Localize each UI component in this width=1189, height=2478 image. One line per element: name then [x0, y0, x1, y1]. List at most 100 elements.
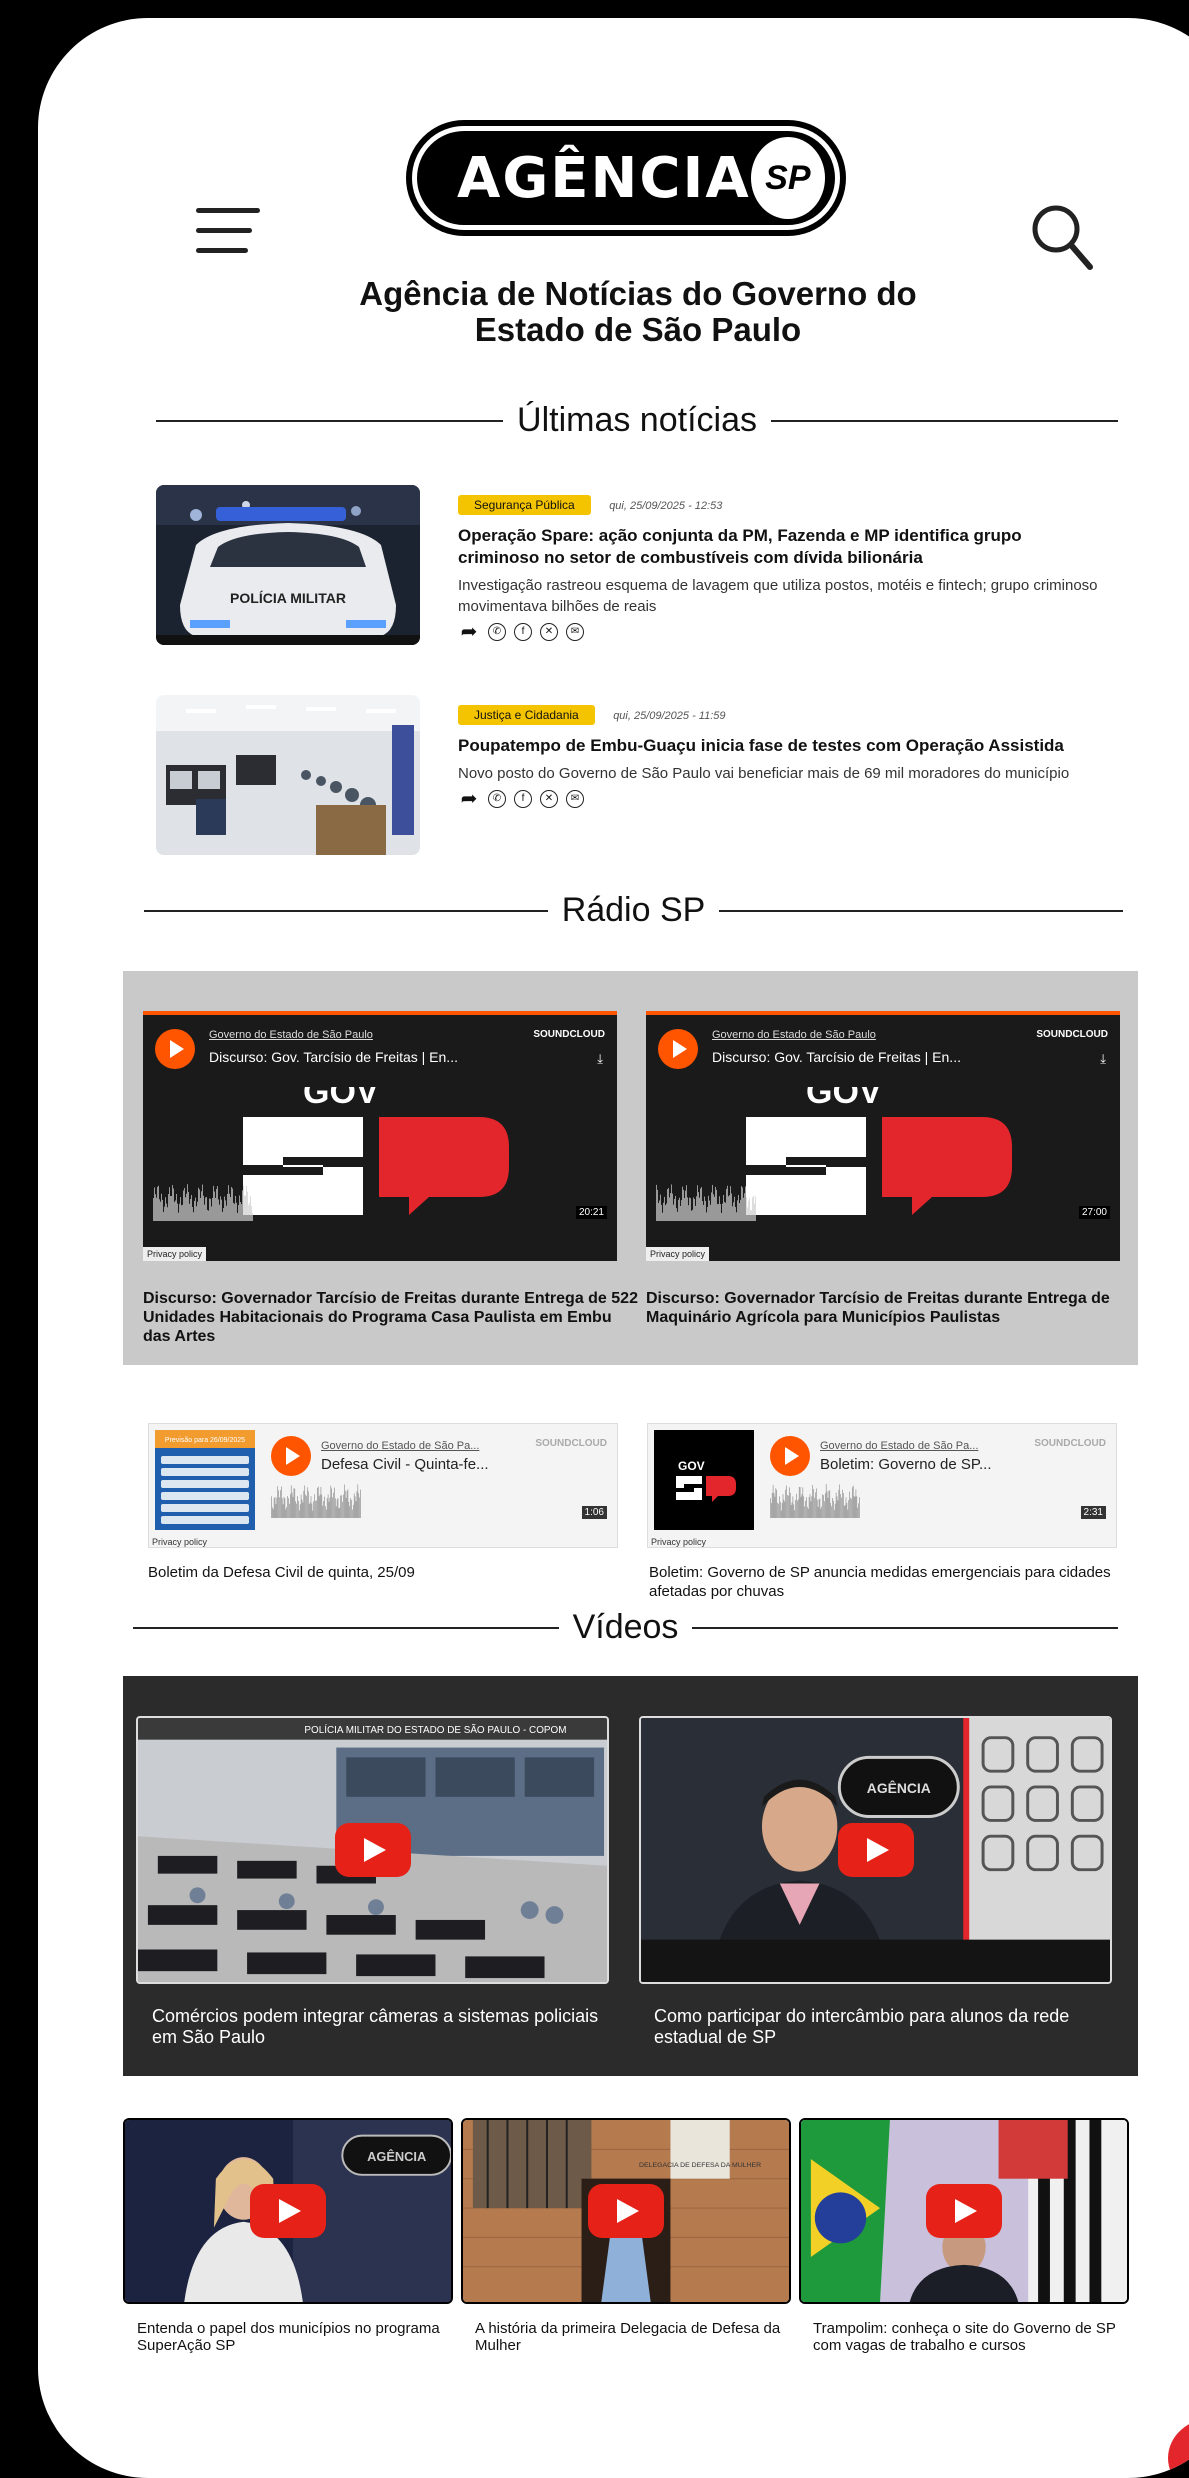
player-author[interactable]: Governo do Estado de São Paulo [209, 1029, 373, 1041]
waveform-bar [328, 1501, 330, 1518]
waveform-bar [278, 1490, 279, 1518]
share-icon[interactable]: ➦ [458, 622, 480, 642]
soundcloud-logo[interactable]: SOUNDCLOUD [1034, 1438, 1106, 1449]
video-caption[interactable]: A história da primeira Delegacia de Defe… [475, 2320, 785, 2354]
facebook-icon[interactable]: f [514, 790, 532, 808]
video-caption[interactable]: Comércios podem integrar câmeras a siste… [152, 2006, 622, 2048]
studio-sign-text: AGÊNCIA [367, 2149, 426, 2164]
player-track-title[interactable]: Defesa Civil - Quinta-fe... [321, 1456, 489, 1473]
waveform-bar [192, 1206, 193, 1221]
privacy-policy-link[interactable]: Privacy policy [149, 1537, 210, 1547]
soundcloud-logo[interactable]: SOUNDCLOUD [535, 1438, 607, 1449]
video-thumbnail-copom[interactable]: POLÍCIA MILITAR DO ESTADO DE SÃO PAULO -… [136, 1716, 609, 1984]
waveform[interactable] [770, 1482, 860, 1518]
waveform[interactable] [271, 1482, 361, 1518]
waveform-bar [175, 1200, 176, 1221]
waveform[interactable] [656, 1181, 756, 1221]
waveform-bar [338, 1508, 340, 1518]
youtube-play-icon[interactable] [837, 1823, 914, 1877]
waveform-bar [753, 1195, 754, 1221]
player-track-title[interactable]: Discurso: Gov. Tarcísio de Freitas | En.… [209, 1049, 458, 1065]
mini-player-caption[interactable]: Boletim: Governo de SP anuncia medidas e… [649, 1563, 1119, 1601]
waveform-bar [325, 1506, 326, 1518]
waveform-bar [310, 1496, 312, 1518]
player-author[interactable]: Governo do Estado de São Pa... [820, 1440, 978, 1452]
radio-caption[interactable]: Discurso: Governador Tarcísio de Freitas… [143, 1289, 643, 1346]
player-track-title[interactable]: Boletim: Governo de SP... [820, 1456, 991, 1473]
news-thumbnail-poupatempo[interactable] [156, 695, 420, 855]
play-button[interactable] [770, 1436, 810, 1476]
waveform-bar [785, 1489, 787, 1518]
whatsapp-icon[interactable]: ✆ [488, 790, 506, 808]
waveform-bar [771, 1492, 773, 1518]
privacy-policy-link[interactable]: Privacy policy [143, 1247, 207, 1261]
player-author[interactable]: Governo do Estado de São Paulo [712, 1029, 876, 1041]
soundcloud-player[interactable]: GOV Governo do Estado de São Paulo Discu… [646, 1011, 1120, 1261]
logo-badge: SP [750, 137, 825, 219]
radio-caption[interactable]: Discurso: Governador Tarcísio de Freitas… [646, 1289, 1146, 1327]
soundcloud-logo[interactable]: SOUNDCLOUD [533, 1029, 605, 1040]
waveform-bar [349, 1506, 351, 1518]
news-title[interactable]: Poupatempo de Embu-Guaçu inicia fase de … [458, 735, 1098, 757]
video-thumbnail-trampolim[interactable] [799, 2118, 1129, 2304]
download-icon[interactable]: ⤓ [597, 1051, 603, 1067]
category-badge[interactable]: Segurança Pública [458, 495, 591, 515]
email-icon[interactable]: ✉ [566, 790, 584, 808]
soundcloud-mini-player[interactable]: Previsão para 26/09/2025 Governo do Esta… [148, 1423, 618, 1548]
news-item[interactable]: Justiça e Cidadania qui, 25/09/2025 - 11… [156, 695, 1116, 855]
video-thumbnail-superacao[interactable]: AGÊNCIA [123, 2118, 453, 2304]
waveform-bar [703, 1204, 704, 1221]
mini-player-caption[interactable]: Boletim da Defesa Civil de quinta, 25/09 [148, 1563, 618, 1582]
waveform-bar [707, 1206, 708, 1221]
waveform-bar [329, 1497, 331, 1518]
waveform-bar [820, 1508, 822, 1518]
youtube-play-icon[interactable] [334, 1823, 411, 1877]
whatsapp-icon[interactable]: ✆ [488, 623, 506, 641]
agencia-sp-logo[interactable]: AGÊNCIA SP [406, 120, 846, 236]
waveform-bar [335, 1506, 337, 1518]
privacy-policy-link[interactable]: Privacy policy [648, 1537, 709, 1547]
news-title[interactable]: Operação Spare: ação conjunta da PM, Faz… [458, 525, 1098, 569]
x-twitter-icon[interactable]: ✕ [540, 790, 558, 808]
player-author[interactable]: Governo do Estado de São Pa... [321, 1440, 479, 1452]
waveform-bar [770, 1503, 772, 1518]
youtube-play-icon[interactable] [250, 2184, 326, 2238]
video-caption[interactable]: Como participar do intercâmbio para alun… [654, 2006, 1124, 2048]
waveform-bar [220, 1196, 221, 1221]
player-track-title[interactable]: Discurso: Gov. Tarcísio de Freitas | En.… [712, 1049, 961, 1065]
play-button[interactable] [155, 1029, 195, 1069]
waveform-bar [825, 1484, 827, 1518]
x-twitter-icon[interactable]: ✕ [540, 623, 558, 641]
video-thumbnail-delegacia[interactable]: DELEGACIA DE DEFESA DA MULHER [461, 2118, 791, 2304]
youtube-play-icon[interactable] [588, 2184, 664, 2238]
email-icon[interactable]: ✉ [566, 623, 584, 641]
gov-art-text: GOV [678, 1459, 705, 1473]
news-item[interactable]: POLÍCIA MILITAR Segurança Pública qui, 2… [156, 485, 1116, 645]
privacy-policy-link[interactable]: Privacy policy [646, 1247, 710, 1261]
soundcloud-logo[interactable]: SOUNDCLOUD [1036, 1029, 1108, 1040]
download-icon[interactable]: ⤓ [1100, 1051, 1106, 1067]
video-thumbnail-interview[interactable]: AGÊNCIA [639, 1716, 1112, 1984]
video-caption[interactable]: Entenda o papel dos municípios no progra… [137, 2320, 447, 2354]
play-button[interactable] [658, 1029, 698, 1069]
category-badge[interactable]: Justiça e Cidadania [458, 705, 595, 725]
waveform-bar [797, 1500, 798, 1518]
hamburger-menu-icon[interactable] [196, 208, 260, 253]
waveform-bar [280, 1490, 281, 1518]
youtube-play-icon[interactable] [926, 2184, 1002, 2238]
waveform[interactable] [153, 1181, 253, 1221]
news-thumbnail-police-car[interactable]: POLÍCIA MILITAR [156, 485, 420, 645]
waveform-bar [355, 1501, 357, 1518]
soundcloud-player[interactable]: GOV Governo do Estado de São Paulo Discu… [143, 1011, 617, 1261]
share-icon[interactable]: ➦ [458, 789, 480, 809]
soundcloud-mini-player[interactable]: GOV Governo do Estado de São Pa... Bolet… [647, 1423, 1117, 1548]
waveform-bar [833, 1500, 834, 1518]
waveform-bar [281, 1498, 283, 1518]
waveform-bar [157, 1186, 158, 1221]
video-caption[interactable]: Trampolim: conheça o site do Governo de … [813, 2320, 1123, 2354]
play-button[interactable] [271, 1436, 311, 1476]
waveform-bar [358, 1493, 360, 1518]
facebook-icon[interactable]: f [514, 623, 532, 641]
search-icon[interactable] [1030, 203, 1094, 273]
waveform-bar [750, 1209, 751, 1221]
